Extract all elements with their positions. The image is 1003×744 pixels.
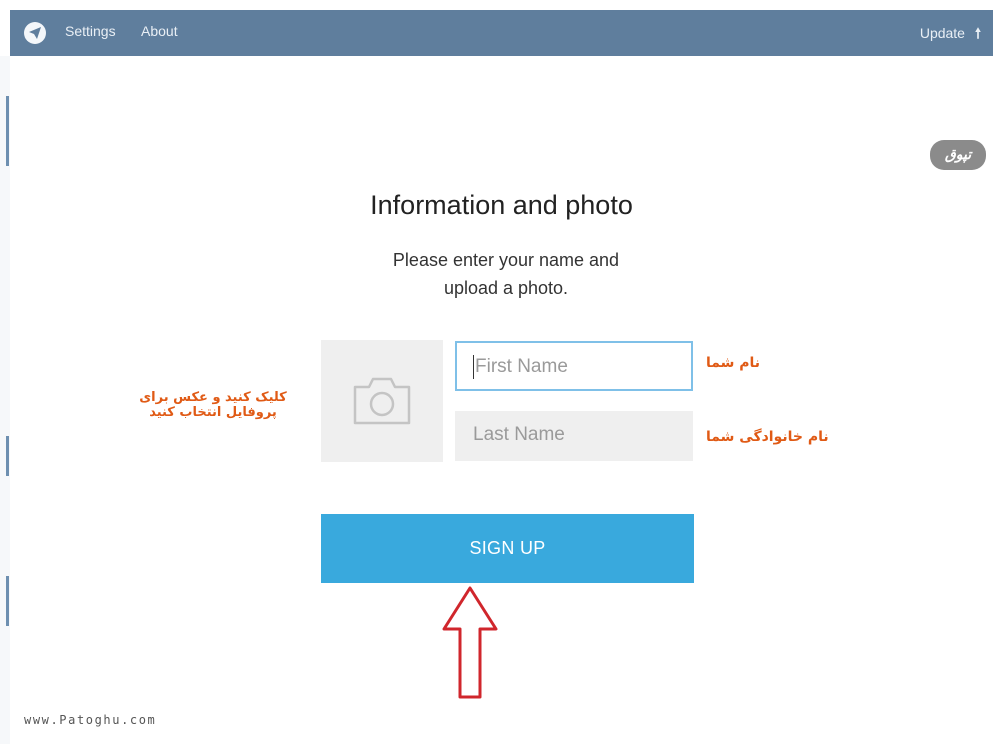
last-name-input[interactable]: Last Name — [455, 411, 693, 461]
page-title: Information and photo — [370, 190, 633, 220]
watermark-logo: تپوق — [930, 140, 986, 170]
camera-icon — [353, 377, 411, 425]
telegram-logo-icon[interactable] — [24, 22, 46, 44]
page-subtitle: Please enter your name and upload a phot… — [392, 250, 620, 298]
watermark-url: www.Patoghu.com — [24, 713, 157, 727]
menu-about[interactable]: About — [141, 23, 178, 39]
left-edge-border — [0, 56, 10, 744]
last-name-placeholder: Last Name — [473, 424, 565, 445]
annotation-first-name: نام شما — [706, 355, 761, 371]
annotation-last-name: نام خانوادگی شما — [706, 429, 829, 445]
update-label: Update — [919, 25, 965, 41]
pointer-arrow-icon — [442, 586, 498, 699]
signup-button[interactable]: SIGN UP — [321, 514, 694, 583]
first-name-placeholder: First Name — [475, 356, 568, 377]
annotation-photo: کلیک کنید و عکس برای پروفایل انتخاب کنید — [139, 390, 287, 420]
first-name-input[interactable]: First Name — [455, 341, 693, 391]
photo-upload-button[interactable] — [321, 340, 443, 462]
update-button[interactable]: Update 🠕 — [920, 23, 981, 47]
menu-settings[interactable]: Settings — [65, 23, 116, 39]
app-window: Settings About Update 🠕 تپوق Information … — [0, 0, 1003, 744]
title-bar: Settings About Update 🠕 — [10, 10, 993, 56]
text-caret — [473, 355, 474, 379]
up-arrow-icon: 🠕 — [974, 25, 981, 41]
